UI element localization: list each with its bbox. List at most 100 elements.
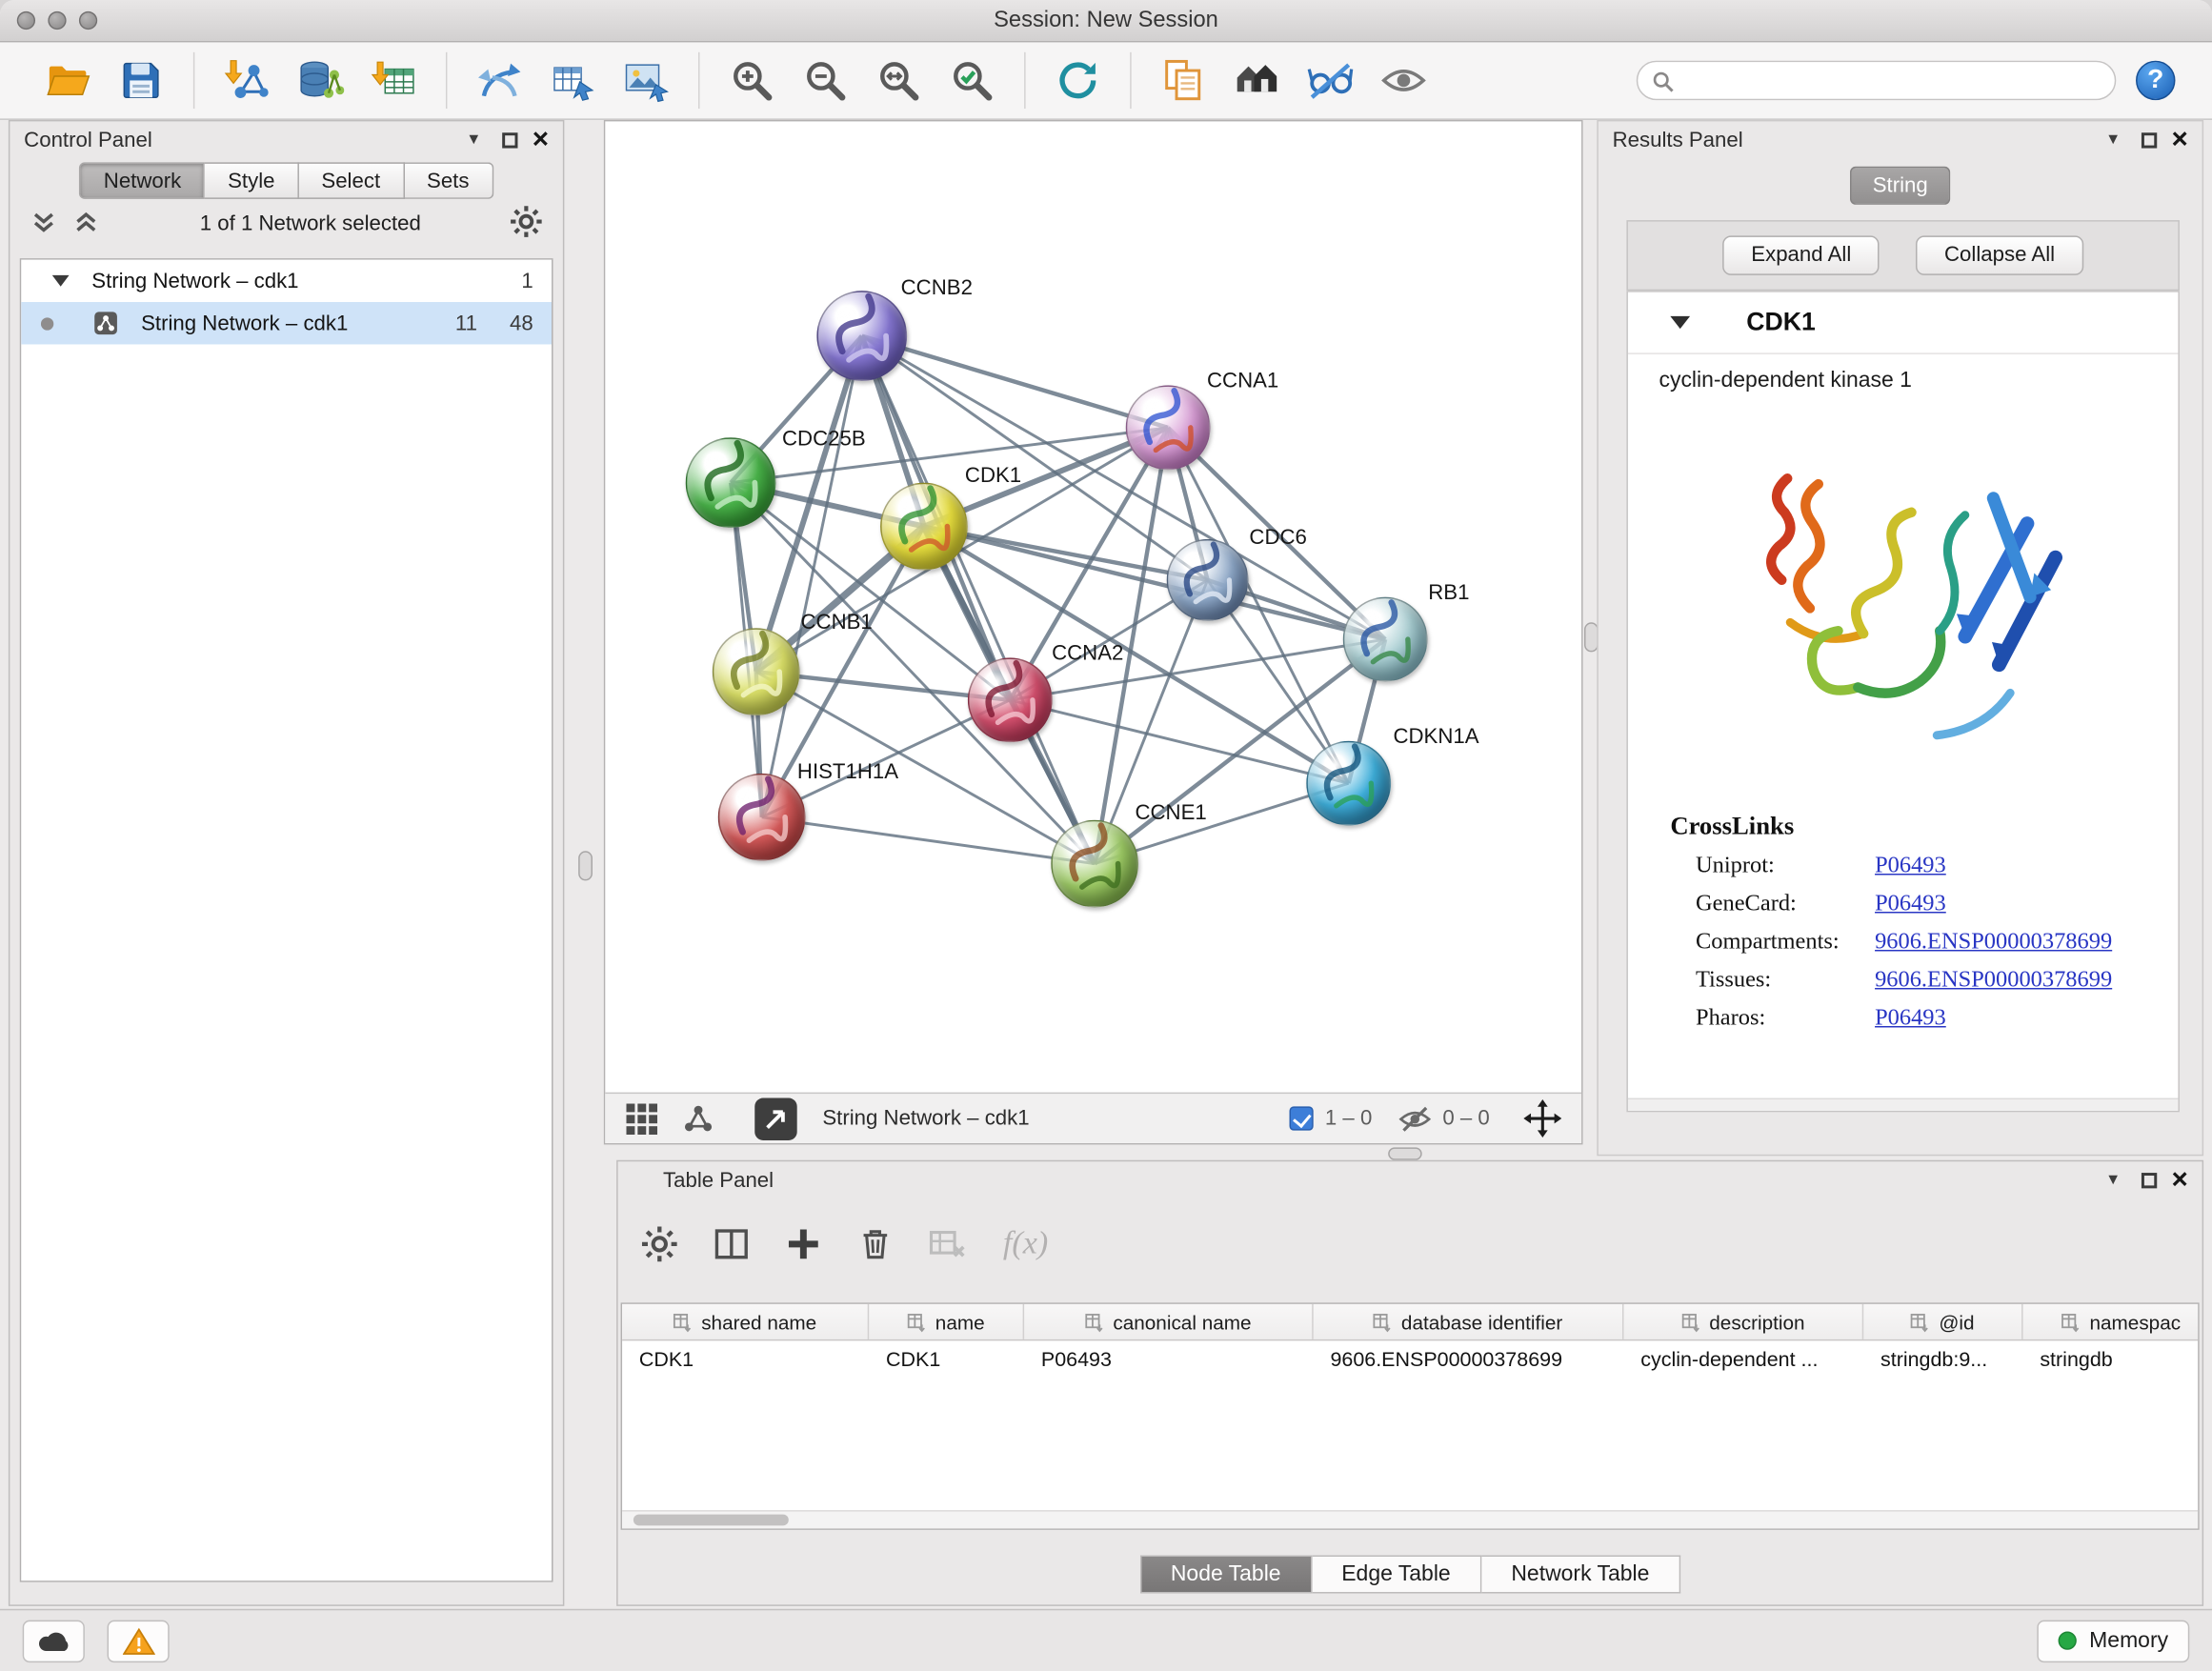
save-session-icon[interactable] — [111, 50, 171, 111]
crosslink-link[interactable]: P06493 — [1875, 1003, 1946, 1032]
collapse-panel-icon[interactable]: ▼ — [466, 131, 481, 149]
column-header--id[interactable]: @id — [1863, 1304, 2022, 1339]
tab-node-table[interactable]: Node Table — [1139, 1556, 1312, 1594]
graph-node-ccne1[interactable] — [1051, 820, 1138, 908]
tab-style[interactable]: Style — [205, 162, 298, 199]
collapse-panel-icon[interactable]: ▼ — [2105, 131, 2121, 149]
apply-layout-icon[interactable] — [1048, 50, 1107, 111]
graph-edge[interactable] — [762, 336, 862, 817]
tab-sets[interactable]: Sets — [404, 162, 493, 199]
open-session-icon[interactable] — [38, 50, 97, 111]
graph-node-hist1h1a[interactable] — [718, 774, 806, 861]
column-header-description[interactable]: description — [1623, 1304, 1863, 1339]
scrollbar-thumb[interactable] — [633, 1515, 789, 1526]
add-column-icon[interactable] — [781, 1222, 823, 1264]
edge-count: 48 — [510, 312, 533, 335]
results-tab-string[interactable]: String — [1850, 167, 1950, 205]
results-scrollbar[interactable] — [1628, 1098, 2179, 1111]
results-panel: Results Panel ▼ × String Expand All Coll… — [1597, 120, 2203, 1156]
crosslink-link[interactable]: 9606.ENSP00000378699 — [1875, 965, 2112, 994]
graph-node-cdkn1a[interactable] — [1306, 741, 1391, 826]
zoom-fit-icon[interactable] — [869, 50, 928, 111]
column-header-shared-name[interactable]: shared name — [622, 1304, 869, 1339]
export-image-icon[interactable] — [616, 50, 675, 111]
memory-button[interactable]: Memory — [2037, 1620, 2189, 1661]
network-options-gear-icon[interactable] — [510, 205, 547, 242]
network-collection-row[interactable]: String Network – cdk1 1 — [21, 260, 552, 302]
graph-node-cdk1[interactable] — [880, 483, 968, 571]
search-input[interactable] — [1683, 62, 2106, 97]
table-row[interactable]: CDK1CDK1P064939606.ENSP00000378699cyclin… — [622, 1340, 2198, 1379]
import-network-database-icon[interactable] — [291, 50, 350, 111]
help-button[interactable]: ? — [2136, 61, 2175, 100]
zoom-in-icon[interactable] — [722, 50, 781, 111]
column-header-namespac[interactable]: namespac — [2023, 1304, 2200, 1339]
import-network-file-icon[interactable] — [217, 50, 276, 111]
collection-count: 1 — [521, 269, 533, 292]
export-view-button[interactable] — [754, 1097, 796, 1139]
new-network-icon[interactable] — [470, 50, 529, 111]
show-panels-eye-icon[interactable] — [1374, 50, 1433, 111]
table-panel: Table Panel ▼ × f(x) shared namenamecano… — [616, 1160, 2203, 1606]
graph-edge[interactable] — [862, 336, 1095, 864]
crosslink-link[interactable]: 9606.ENSP00000378699 — [1875, 927, 2112, 956]
network-graph[interactable]: CCNB2CCNA1CDC25BCDK1CDC6RB1CCNB1CCNA2CDK… — [605, 121, 1581, 1092]
crosslink-link[interactable]: P06493 — [1875, 889, 1946, 917]
table-horizontal-scrollbar[interactable] — [622, 1510, 2198, 1528]
hidden-eye-slash-icon[interactable] — [1398, 1101, 1432, 1136]
float-panel-icon[interactable] — [503, 132, 518, 148]
column-header-database-identifier[interactable]: database identifier — [1314, 1304, 1624, 1339]
graph-node-ccna2[interactable] — [968, 657, 1053, 742]
new-table-icon[interactable] — [543, 50, 602, 111]
float-panel-icon[interactable] — [2142, 1172, 2157, 1187]
left-splitter-handle[interactable] — [578, 851, 593, 880]
graph-node-ccna1[interactable] — [1126, 385, 1211, 470]
graph-node-ccnb2[interactable] — [816, 291, 907, 381]
close-panel-icon[interactable]: × — [2172, 1166, 2188, 1195]
graph-node-cdc6[interactable] — [1167, 539, 1249, 621]
cloud-button[interactable] — [23, 1620, 85, 1661]
copy-document-icon[interactable] — [1154, 50, 1213, 111]
tab-network[interactable]: Network — [80, 162, 206, 199]
show-columns-icon[interactable] — [710, 1222, 752, 1264]
table-options-gear-icon[interactable] — [637, 1222, 679, 1264]
float-panel-icon[interactable] — [2142, 132, 2157, 148]
graph-node-rb1[interactable] — [1343, 597, 1428, 682]
table-cell: cyclin-dependent ... — [1623, 1348, 1863, 1371]
delete-column-icon[interactable] — [854, 1222, 895, 1264]
collapse-entry-icon[interactable] — [1670, 316, 1690, 329]
network-row-selected[interactable]: String Network – cdk1 11 48 — [21, 302, 552, 344]
graph-edge[interactable] — [862, 336, 1168, 428]
tab-network-table[interactable]: Network Table — [1481, 1556, 1680, 1594]
graph-node-cdc25b[interactable] — [686, 437, 776, 528]
column-header-name[interactable]: name — [869, 1304, 1024, 1339]
pan-move-icon[interactable] — [1523, 1099, 1561, 1137]
hide-unhide-icon[interactable] — [1300, 50, 1359, 111]
graph-node-ccnb1[interactable] — [713, 628, 800, 715]
column-header-canonical-name[interactable]: canonical name — [1024, 1304, 1314, 1339]
home-icon[interactable] — [1227, 50, 1286, 111]
gene-description: cyclin-dependent kinase 1 — [1659, 369, 2178, 394]
tab-select[interactable]: Select — [299, 162, 405, 199]
selected-checkbox-icon[interactable] — [1290, 1106, 1314, 1130]
network-glyph-icon[interactable] — [681, 1101, 715, 1136]
horizontal-splitter-handle[interactable] — [1388, 1147, 1422, 1159]
expand-all-button[interactable]: Expand All — [1723, 235, 1880, 274]
close-panel-icon[interactable]: × — [533, 126, 549, 154]
crosslink-link[interactable]: P06493 — [1875, 851, 1946, 879]
warnings-button[interactable] — [108, 1620, 170, 1661]
zoom-selected-icon[interactable] — [942, 50, 1001, 111]
close-panel-icon[interactable]: × — [2172, 126, 2188, 154]
collapse-all-icon[interactable] — [27, 206, 61, 240]
graph-edge[interactable] — [762, 817, 1095, 864]
memory-status-icon — [2059, 1632, 2077, 1650]
import-table-icon[interactable] — [364, 50, 423, 111]
birds-eye-grid-icon[interactable] — [625, 1101, 659, 1136]
collapse-all-button[interactable]: Collapse All — [1916, 235, 2082, 274]
tree-expand-icon[interactable] — [52, 275, 70, 287]
zoom-out-icon[interactable] — [795, 50, 855, 111]
table-cell: stringdb — [2023, 1348, 2200, 1371]
expand-all-icon[interactable] — [70, 206, 104, 240]
collapse-panel-icon[interactable]: ▼ — [2105, 1172, 2121, 1189]
tab-edge-table[interactable]: Edge Table — [1312, 1556, 1481, 1594]
